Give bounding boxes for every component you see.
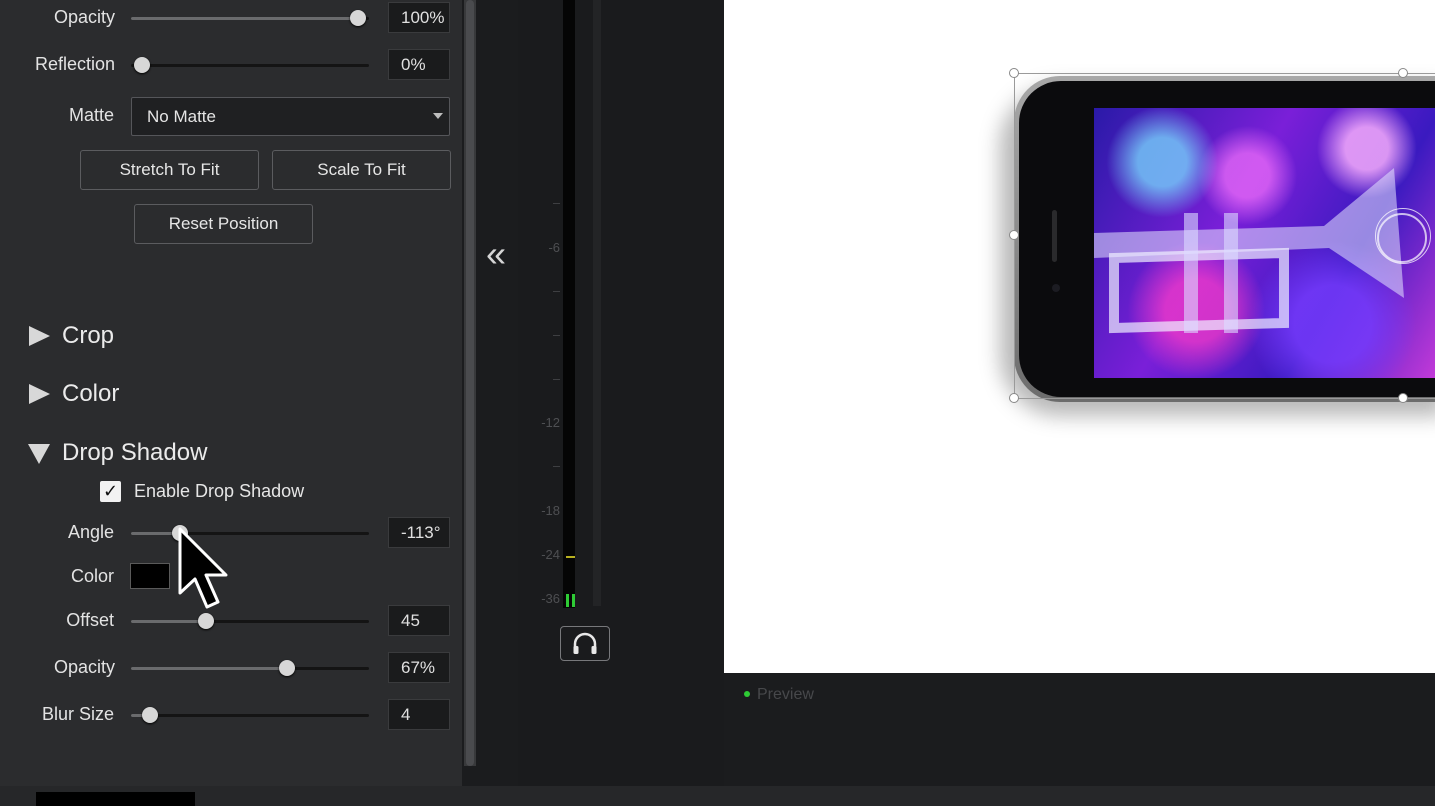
- preview-label: Preview: [757, 686, 814, 703]
- meter-level-bar: [572, 594, 575, 607]
- meter-tick: [553, 379, 560, 380]
- phone-camera: [1052, 284, 1060, 292]
- audio-meter-area: [518, 0, 724, 786]
- blur-size-label: Blur Size: [41, 704, 114, 724]
- meter-tick: [553, 466, 560, 467]
- shadow-color-swatch[interactable]: [130, 563, 170, 589]
- shadow-opacity-slider-knob[interactable]: [279, 660, 295, 676]
- offset-value-field[interactable]: 45: [388, 605, 450, 636]
- expand-triangle-icon[interactable]: [29, 384, 50, 404]
- resize-handle[interactable]: [1398, 68, 1408, 78]
- opacity-label: Opacity: [53, 7, 115, 27]
- scale-to-fit-button[interactable]: Scale To Fit: [272, 150, 451, 190]
- resize-handle[interactable]: [1398, 393, 1408, 403]
- arrow-cursor-icon: [178, 527, 228, 609]
- shadow-opacity-slider-fill: [131, 667, 287, 670]
- blur-size-slider-knob[interactable]: [142, 707, 158, 723]
- timeline-thumbnail[interactable]: [36, 792, 195, 806]
- audio-meter-right-channel: [593, 0, 601, 606]
- matte-selected-value: No Matte: [147, 107, 216, 126]
- reflection-slider-knob[interactable]: [134, 57, 150, 73]
- meter-scale-label: -36: [541, 591, 560, 606]
- drop-shadow-section-header[interactable]: Drop Shadow: [62, 439, 207, 467]
- meter-tick: [553, 203, 560, 204]
- color-section-header[interactable]: Color: [62, 380, 119, 408]
- reflection-value-field[interactable]: 0%: [388, 49, 450, 80]
- meter-scale-label: -12: [541, 415, 560, 430]
- offset-slider-fill: [131, 620, 206, 623]
- resize-handle[interactable]: [1009, 393, 1019, 403]
- crop-section-header[interactable]: Crop: [62, 322, 114, 350]
- angle-label: Angle: [67, 522, 114, 542]
- stretch-to-fit-button[interactable]: Stretch To Fit: [80, 150, 259, 190]
- meter-level-bar: [566, 594, 569, 607]
- resize-handle[interactable]: [1009, 230, 1019, 240]
- resize-handle[interactable]: [1009, 68, 1019, 78]
- double-chevron-left-icon[interactable]: «: [486, 236, 506, 272]
- headphones-button[interactable]: [560, 626, 610, 661]
- offset-slider-knob[interactable]: [198, 613, 214, 629]
- audio-meter-left-channel: [563, 0, 575, 608]
- matte-label: Matte: [68, 105, 114, 125]
- rotation-handle[interactable]: [1375, 208, 1431, 264]
- expand-triangle-icon[interactable]: [29, 326, 50, 346]
- reflection-slider-track[interactable]: [131, 64, 369, 67]
- phone-speaker: [1052, 210, 1057, 262]
- matte-select[interactable]: No Matte: [131, 97, 450, 136]
- meter-peak-marker: [566, 556, 575, 558]
- meter-scale-label: -24: [541, 547, 560, 562]
- meter-tick: [553, 291, 560, 292]
- selection-outline: [1014, 73, 1435, 74]
- shadow-color-label: Color: [70, 566, 114, 586]
- enable-drop-shadow-checkbox[interactable]: ✓: [100, 481, 121, 502]
- meter-scale-label: -6: [548, 240, 560, 255]
- reset-position-button[interactable]: Reset Position: [134, 204, 313, 244]
- opacity-value-field[interactable]: 100%: [388, 2, 450, 33]
- panel-scroll-thumb[interactable]: [466, 0, 474, 766]
- headphones-icon: [573, 632, 597, 654]
- reflection-label: Reflection: [34, 54, 115, 74]
- chevron-down-icon: [433, 113, 443, 119]
- angle-value-field[interactable]: -113°: [388, 517, 450, 548]
- offset-label: Offset: [66, 610, 114, 630]
- timeline-strip: [0, 786, 1435, 806]
- shadow-opacity-value-field[interactable]: 67%: [388, 652, 450, 683]
- meter-scale-label: -18: [541, 503, 560, 518]
- preview-status-dot: [744, 691, 750, 697]
- selection-outline: [1014, 398, 1435, 399]
- opacity-slider-fill: [131, 17, 358, 20]
- blur-size-slider-track[interactable]: [131, 714, 369, 717]
- collapse-triangle-icon[interactable]: [28, 444, 50, 464]
- opacity-slider-knob[interactable]: [350, 10, 366, 26]
- meter-tick: [553, 335, 560, 336]
- enable-drop-shadow-label: Enable Drop Shadow: [134, 481, 305, 501]
- shadow-opacity-label: Opacity: [53, 657, 115, 677]
- blur-size-value-field[interactable]: 4: [388, 699, 450, 730]
